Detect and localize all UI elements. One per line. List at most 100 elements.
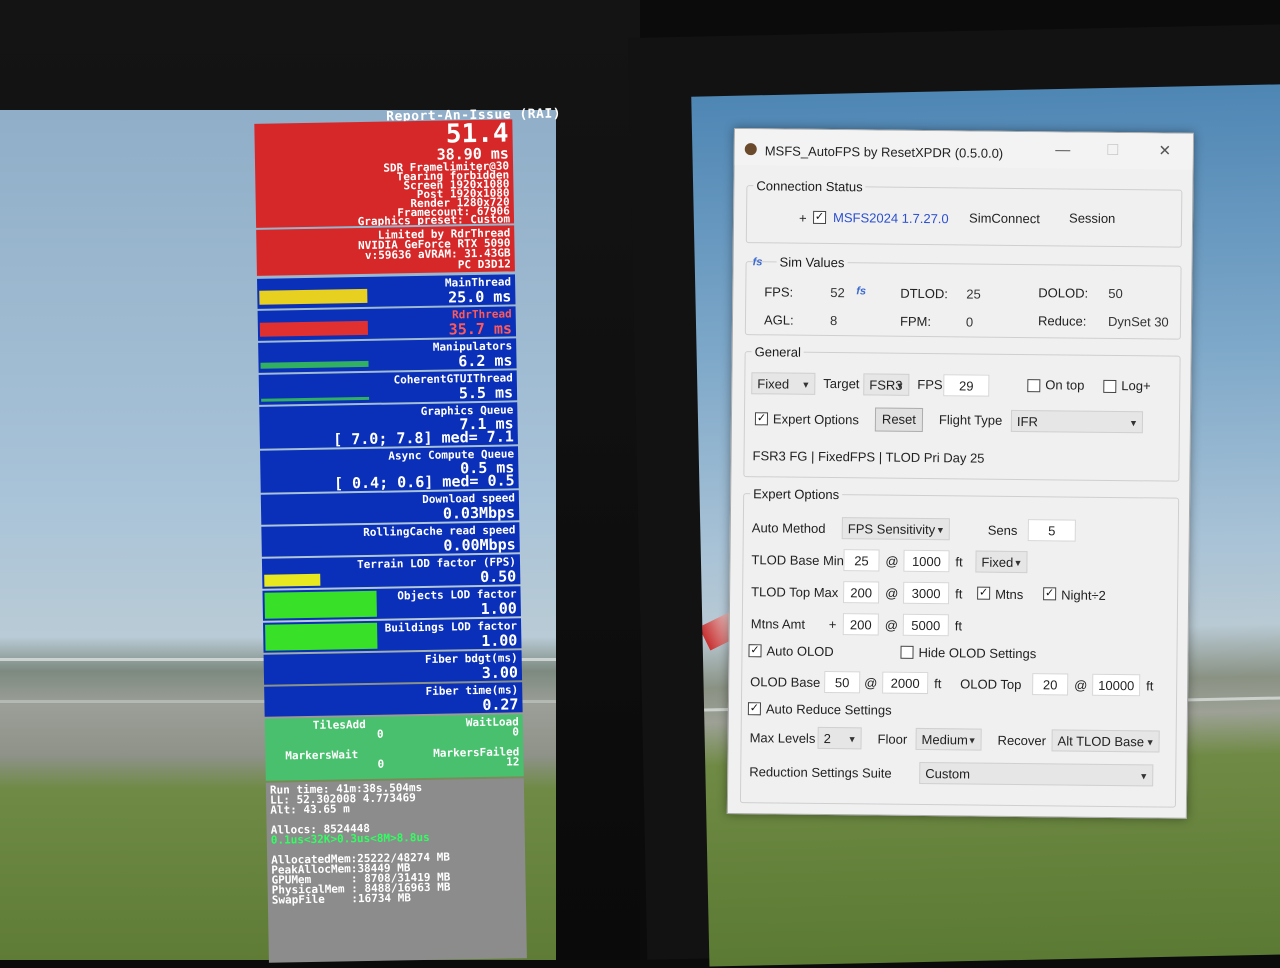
tlod-top-label: TLOD Top Max [751,584,839,601]
ft-label: ft [1146,678,1154,694]
auto-olod-checkbox[interactable]: ✓ [748,644,762,658]
sim-checkbox[interactable]: ✓ [813,210,827,224]
ft-label: ft [955,554,963,570]
flight-type-select[interactable]: IFR ▼ [1010,409,1144,434]
agl-value: 8 [829,313,838,329]
suite-select[interactable]: Custom ▼ [919,761,1154,787]
expert-options-label: Expert Options [772,411,860,428]
rai-markers-failed: 12 [506,755,520,769]
at-label: @ [885,553,899,569]
olod-top-input[interactable]: 20 [1032,673,1069,696]
fps-value: 52 [830,285,845,301]
agl-label: AGL: [763,312,794,328]
mtns-amt-input[interactable]: 200 [842,613,879,636]
auto-olod-label: Auto OLOD [766,643,834,660]
window-title: MSFS_AutoFPS by ResetXPDR (0.5.0.0) [764,143,1004,161]
auto-method-select[interactable]: FPS Sensitivity ▼ [841,517,950,541]
rai-tiles-add-label: TilesAdd [312,718,366,732]
olod-base-alt-input[interactable]: 2000 [882,671,929,695]
tlod-base-alt-input[interactable]: 1000 [903,549,950,573]
connection-status-group: Connection Status + ✓ MSFS2024 1.7.27.0 … [745,178,1183,248]
dolod-label: DOLOD: [1038,285,1089,301]
expert-options-group: Expert Options Auto Method FPS Sensitivi… [739,486,1180,808]
mode-value: Fixed [757,376,790,392]
at-label: @ [885,585,899,601]
rai-lod-objects: Objects LOD factor 1.00 [262,586,521,621]
session-status: Session [1068,210,1116,226]
mode-select[interactable]: Fixed ▼ [751,372,816,395]
on-top-checkbox[interactable] [1027,379,1041,393]
target-select[interactable]: FSR3 ▼ [863,373,910,396]
checkmark-icon: ✓ [1044,587,1055,600]
general-title: General [751,344,804,360]
dtlod-label: DTLOD: [900,285,949,302]
fps-target-label: FPS [917,376,943,393]
dolod-value: 50 [1108,285,1123,302]
ft-label: ft [934,676,942,692]
rai-stats-block: Run time: 41m:38s.504ms LL: 52.302008 4.… [265,778,527,963]
dropdown-arrow-icon: ▼ [801,379,811,390]
tlod-base-mode-select[interactable]: Fixed ▼ [975,550,1028,574]
minimize-button[interactable]: — [1049,140,1077,160]
checkmark-icon: ✓ [749,702,760,715]
rai-thread-coherent: CoherentGTUIThread 5.5 ms [258,370,518,405]
max-levels-value: 2 [823,730,831,747]
rai-lod-buildings: Buildings LOD factor 1.00 [263,618,522,653]
olod-top-label: OLOD Top [960,676,1022,693]
floor-label: Floor [877,731,908,747]
dropdown-arrow-icon: ▼ [1139,771,1149,782]
sim-values-group: Sim Values fs FPS: 52 fs DTLOD: 25 DOLOD… [744,254,1182,340]
general-summary: FSR3 FG | FixedFPS | TLOD Pri Day 25 [752,448,985,466]
sim-version-link[interactable]: MSFS2024 1.7.27.0 [833,210,949,226]
auto-reduce-label: Auto Reduce Settings [765,701,892,718]
night-checkbox[interactable]: ✓ [1043,587,1057,601]
close-button[interactable]: ✕ [1151,141,1179,161]
rai-lod-bar [264,573,321,587]
hide-olod-checkbox[interactable] [900,645,914,659]
mtns-amt-alt-input[interactable]: 5000 [902,613,949,637]
floor-select[interactable]: Medium ▼ [915,727,982,751]
rai-graphics-queue: Graphics Queue 7.1 ms [ 7.0; 7.8] med= 7… [259,402,518,449]
fps-label: FPS: [764,284,794,300]
rai-markers-wait: 0 [377,757,385,771]
fps-target-input[interactable]: 29 [943,374,990,397]
rai-alloc-times: 0.1us<32K>0.3us<8M>8.8us [270,830,430,847]
rai-thread-manipulators: Manipulators 6.2 ms [258,338,517,373]
reset-button[interactable]: Reset [874,407,924,432]
maximize-button[interactable]: ☐ [1099,141,1127,161]
expert-options-checkbox[interactable]: ✓ [754,412,769,426]
sens-label: Sens [987,522,1018,538]
log-checkbox[interactable] [1103,379,1117,394]
rai-lod-value: 1.00 [480,599,517,618]
tlod-top-input[interactable]: 200 [843,581,880,604]
mtns-checkbox[interactable]: ✓ [977,586,991,600]
connection-plus: + [798,210,807,226]
dropdown-arrow-icon: ▼ [1128,418,1138,429]
olod-base-input[interactable]: 50 [824,670,861,694]
floor-value: Medium [921,731,968,748]
dropdown-arrow-icon: ▼ [967,735,977,746]
autofps-window[interactable]: MSFS_AutoFPS by ResetXPDR (0.5.0.0) — ☐ … [726,128,1194,819]
target-label: Target [823,375,860,392]
olod-base-label: OLOD Base [750,674,821,690]
sens-input[interactable]: 5 [1027,519,1076,542]
auto-reduce-checkbox[interactable]: ✓ [747,702,761,716]
tlod-base-label: TLOD Base Min [751,552,845,569]
flight-type-label: Flight Type [938,412,1003,428]
simconnect-status: SimConnect [968,210,1040,227]
rai-markers-wait-label: MarkersWait [285,748,359,763]
expert-options-title: Expert Options [750,486,843,503]
tlod-base-input[interactable]: 25 [843,549,880,572]
sim-values-title: Sim Values [776,254,848,271]
tlod-top-alt-input[interactable]: 3000 [903,581,950,605]
rai-tiles-add: 0 [376,727,384,741]
window-titlebar[interactable]: MSFS_AutoFPS by ResetXPDR (0.5.0.0) — ☐ … [734,129,1193,170]
rai-fiber-value: 3.00 [481,663,519,682]
auto-method-label: Auto Method [751,520,826,536]
rai-lod-bar [264,590,377,619]
max-levels-label: Max Levels [749,730,816,746]
recover-select[interactable]: Alt TLOD Base ▼ [1051,729,1160,753]
max-levels-select[interactable]: 2 ▼ [817,726,862,750]
olod-top-alt-input[interactable]: 10000 [1092,673,1141,697]
rai-fps: 51.4 [445,119,509,150]
